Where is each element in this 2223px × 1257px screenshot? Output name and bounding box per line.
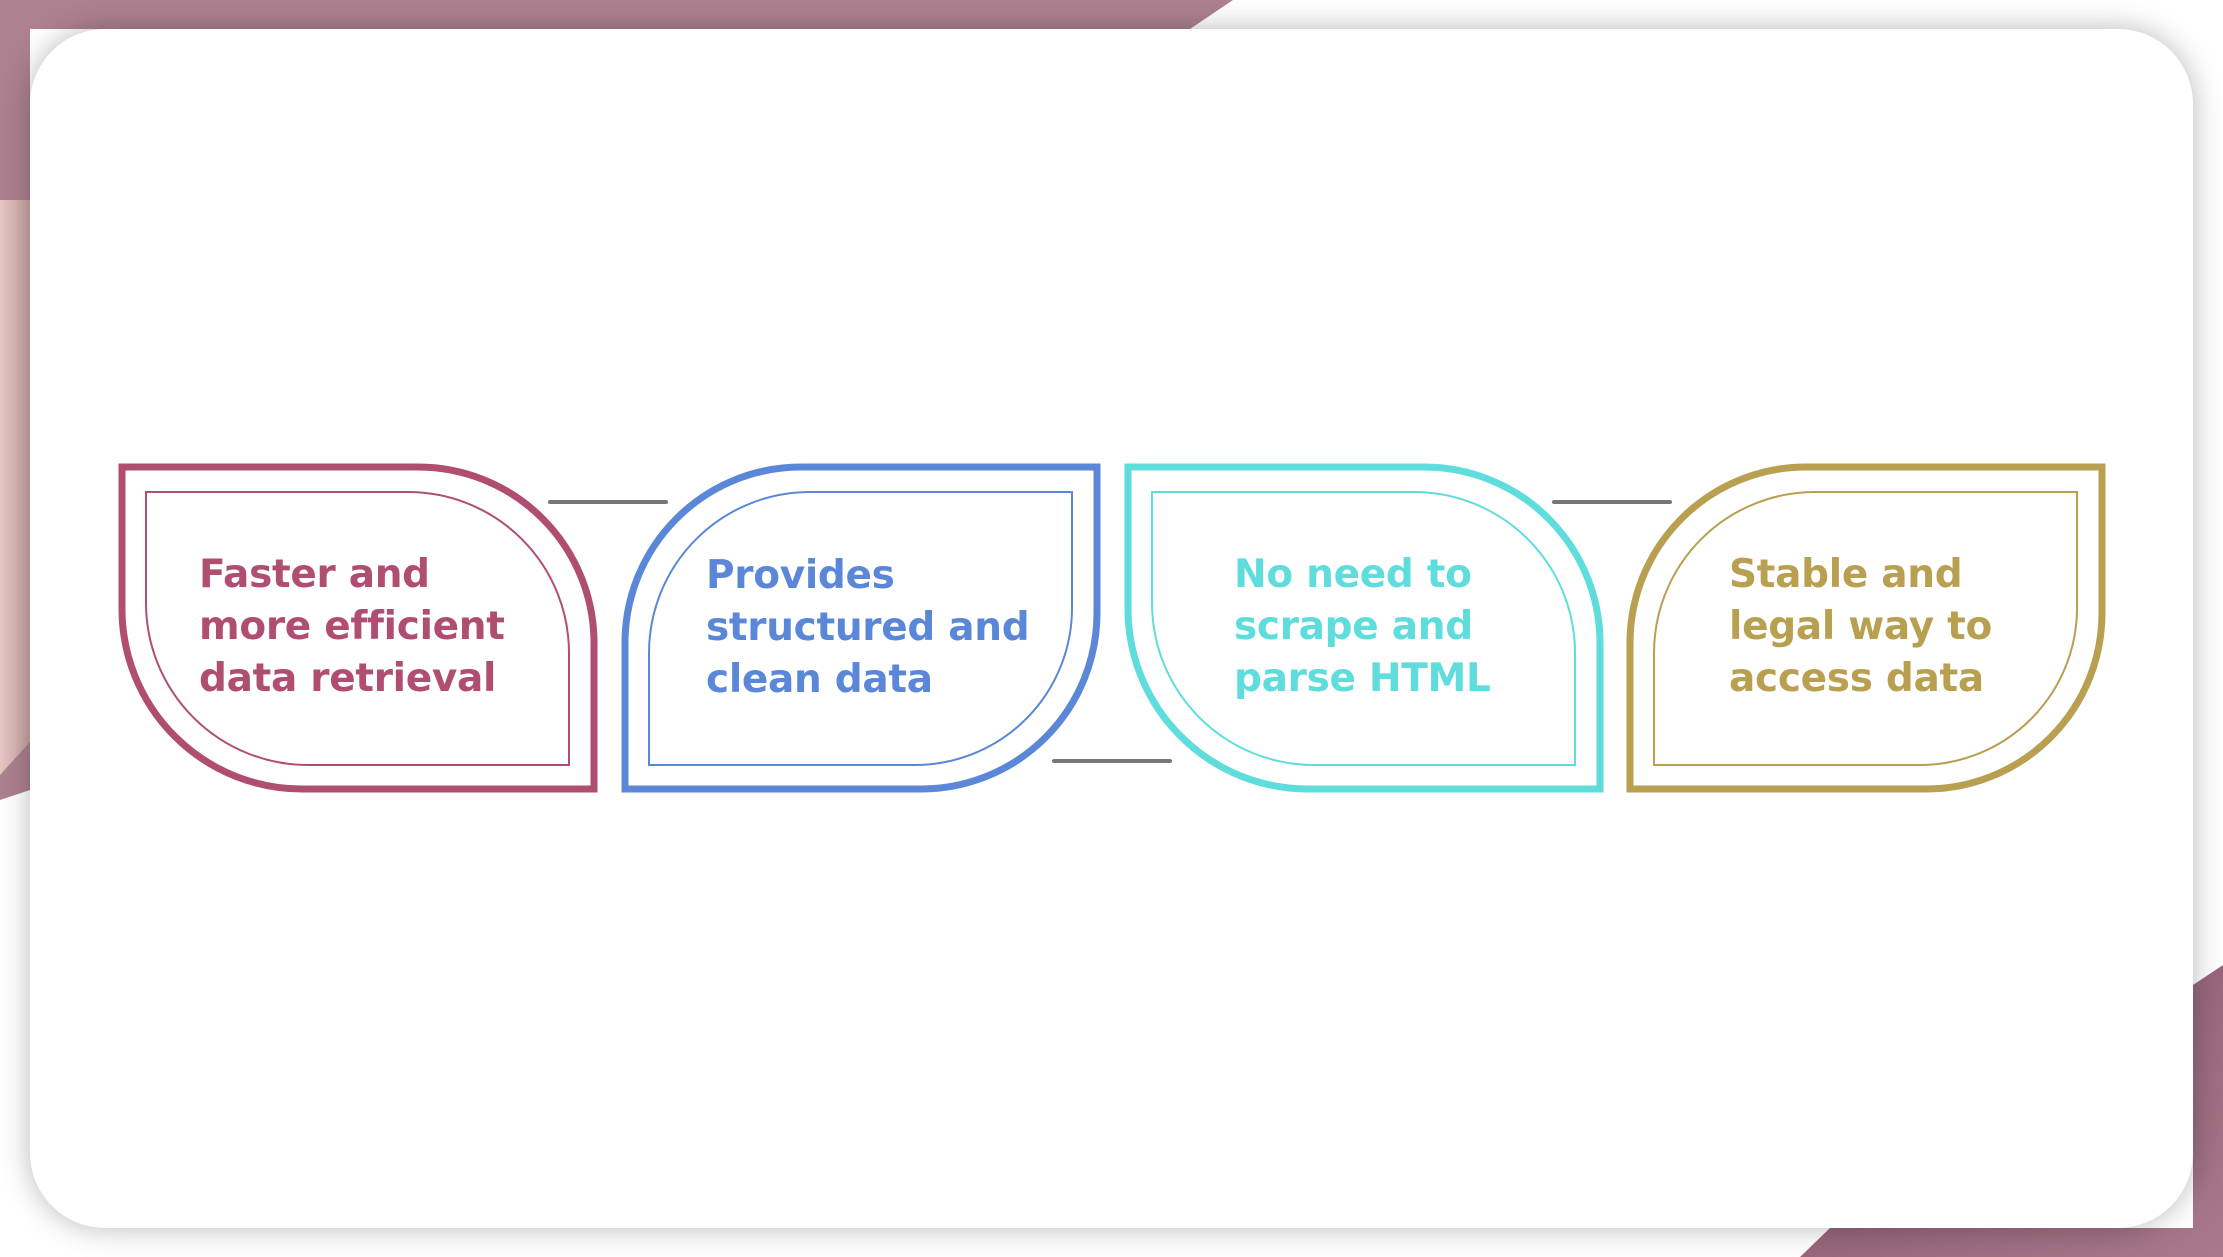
- card-text: Stable and legal way to access data: [1729, 552, 1992, 701]
- left-pink-shape: [0, 200, 30, 775]
- feature-card-3: No need to scrape and parse HTML: [1124, 463, 1606, 795]
- card-text: No need to scrape and parse HTML: [1234, 552, 1491, 701]
- card-text: Provides structured and clean data: [706, 553, 1030, 702]
- feature-card-4: Stable and legal way to access data: [1626, 463, 2108, 795]
- feature-card-1: Faster and more efficient data retrieval: [118, 463, 600, 795]
- card-text: Faster and more efficient data retrieval: [199, 552, 505, 701]
- feature-card-2: Provides structured and clean data: [621, 463, 1103, 795]
